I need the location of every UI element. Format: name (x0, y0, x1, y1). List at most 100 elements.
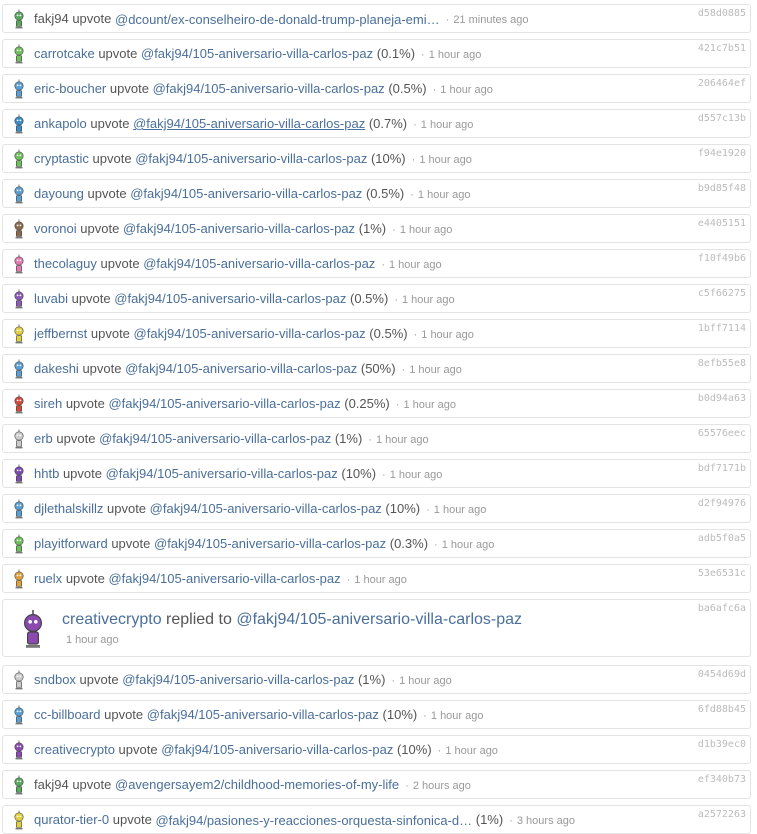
username-link[interactable]: cryptastic (34, 151, 89, 166)
robot-avatar-icon[interactable] (12, 324, 26, 344)
post-link[interactable]: @fakj94/105-aniversario-villa-carlos-paz (134, 326, 366, 341)
transaction-hash-link[interactable]: 53e6531c (698, 568, 746, 579)
robot-avatar-icon[interactable] (12, 499, 26, 519)
post-link[interactable]: @fakj94/105-aniversario-villa-carlos-paz (99, 431, 331, 446)
post-link[interactable]: @fakj94/105-aniversario-villa-carlos-paz (125, 361, 357, 376)
post-link[interactable]: @fakj94/105-aniversario-villa-carlos-paz (130, 186, 362, 201)
username-link[interactable]: thecolaguy (34, 256, 97, 271)
post-link[interactable]: @dcount/ex-conselheiro-de-donald-trump-p… (115, 11, 440, 29)
robot-avatar-icon[interactable] (19, 609, 47, 649)
post-link[interactable]: @fakj94/105-aniversario-villa-carlos-paz (123, 221, 355, 236)
robot-avatar-icon[interactable] (12, 254, 26, 274)
robot-avatar-icon[interactable] (12, 114, 26, 134)
username-link[interactable]: djlethalskillz (34, 501, 103, 516)
username-link[interactable]: dakeshi (34, 361, 79, 376)
transaction-hash-link[interactable]: 6fd88b45 (698, 704, 746, 715)
robot-avatar-icon[interactable] (12, 464, 26, 484)
username-link[interactable]: fakj94 (34, 11, 69, 26)
robot-avatar-icon[interactable] (12, 775, 26, 795)
robot-avatar-icon[interactable] (12, 184, 26, 204)
post-link[interactable]: @fakj94/105-aniversario-villa-carlos-paz (106, 466, 338, 481)
username-link[interactable]: ruelx (34, 571, 62, 586)
username-link[interactable]: cc-billboard (34, 707, 100, 722)
post-link[interactable]: @fakj94/105-aniversario-villa-carlos-paz (108, 571, 340, 586)
post-link[interactable]: @fakj94/pasiones-y-reacciones-orquesta-s… (155, 812, 472, 830)
robot-avatar-icon[interactable] (12, 534, 26, 554)
robot-avatar-icon[interactable] (12, 44, 26, 64)
username-link[interactable]: playitforward (34, 536, 108, 551)
username-link[interactable]: hhtb (34, 466, 59, 481)
transaction-hash-link[interactable]: f10f49b6 (698, 253, 746, 264)
transaction-hash-link[interactable]: b0d94a63 (698, 393, 746, 404)
action-verb: upvote (82, 361, 122, 376)
robot-avatar-icon[interactable] (12, 219, 26, 239)
transaction-hash-link[interactable]: d557c13b (698, 113, 746, 124)
robot-avatar-icon[interactable] (12, 149, 26, 169)
separator-dot: · (445, 14, 450, 26)
post-link[interactable]: @fakj94/105-aniversario-villa-carlos-paz (143, 256, 375, 271)
username-link[interactable]: carrotcake (34, 46, 95, 61)
robot-avatar-icon[interactable] (12, 289, 26, 309)
post-link[interactable]: @fakj94/105-aniversario-villa-carlos-paz (135, 151, 367, 166)
robot-avatar-icon[interactable] (12, 9, 26, 29)
post-link[interactable]: @fakj94/105-aniversario-villa-carlos-paz (150, 501, 382, 516)
separator-dot: · (382, 469, 386, 481)
robot-avatar-icon[interactable] (12, 670, 26, 690)
username-link[interactable]: creativecrypto (34, 742, 115, 757)
transaction-hash-link[interactable]: 421c7b51 (698, 43, 746, 54)
post-link[interactable]: @fakj94/105-aniversario-villa-carlos-paz (141, 46, 373, 61)
transaction-hash-link[interactable]: 1bff7114 (698, 323, 746, 334)
username-link[interactable]: jeffbernst (34, 326, 87, 341)
transaction-hash-link[interactable]: d2f94976 (698, 498, 746, 509)
post-link[interactable]: @fakj94/105-aniversario-villa-carlos-paz (108, 396, 340, 411)
timestamp: 1 hour ago (421, 329, 474, 341)
transaction-hash-link[interactable]: a2572263 (698, 809, 746, 820)
username-link[interactable]: ankapolo (34, 116, 87, 131)
robot-avatar-icon[interactable] (12, 429, 26, 449)
username-link[interactable]: qurator-tier-0 (34, 812, 109, 827)
post-link[interactable]: @fakj94/105-aniversario-villa-carlos-paz (147, 707, 379, 722)
transaction-hash-link[interactable]: ef340b73 (698, 774, 746, 785)
transaction-hash-link[interactable]: adb5f0a5 (698, 533, 746, 544)
transaction-hash-link[interactable]: 8efb55e8 (698, 358, 746, 369)
activity-line: eric-boucher upvote @fakj94/105-aniversa… (34, 80, 610, 99)
transaction-hash-link[interactable]: d1b39ec0 (698, 739, 746, 750)
transaction-hash-link[interactable]: f94e1920 (698, 148, 746, 159)
transaction-hash-link[interactable]: ba6afc6a (698, 603, 746, 614)
transaction-hash-link[interactable]: e4405151 (698, 218, 746, 229)
transaction-hash-link[interactable]: bdf7171b (698, 463, 746, 474)
robot-avatar-icon[interactable] (12, 79, 26, 99)
robot-avatar-icon[interactable] (12, 740, 26, 760)
username-link[interactable]: creativecrypto (62, 611, 162, 628)
transaction-hash-link[interactable]: 0454d69d (698, 669, 746, 680)
separator-dot: · (392, 224, 396, 236)
separator-dot: · (437, 745, 442, 757)
robot-avatar-icon[interactable] (12, 394, 26, 414)
username-link[interactable]: erb (34, 431, 53, 446)
robot-avatar-icon[interactable] (12, 569, 26, 589)
username-link[interactable]: luvabi (34, 291, 68, 306)
post-link[interactable]: @fakj94/105-aniversario-villa-carlos-paz (114, 291, 346, 306)
transaction-hash-link[interactable]: 65576eec (698, 428, 746, 439)
transaction-hash-link[interactable]: c5f66275 (698, 288, 746, 299)
post-link[interactable]: @fakj94/105-aniversario-villa-carlos-paz (153, 81, 385, 96)
username-link[interactable]: sndbox (34, 672, 76, 687)
username-link[interactable]: eric-boucher (34, 81, 106, 96)
transaction-hash-link[interactable]: 206464ef (698, 78, 746, 89)
robot-avatar-icon[interactable] (12, 810, 26, 830)
action-verb: upvote (109, 81, 149, 96)
username-link[interactable]: fakj94 (34, 777, 69, 792)
transaction-hash-link[interactable]: b9d85f48 (698, 183, 746, 194)
post-link[interactable]: @fakj94/105-aniversario-villa-carlos-paz (161, 742, 393, 757)
robot-avatar-icon[interactable] (12, 359, 26, 379)
username-link[interactable]: voronoi (34, 221, 77, 236)
robot-avatar-icon[interactable] (12, 705, 26, 725)
transaction-hash-link[interactable]: d58d0885 (698, 8, 746, 19)
username-link[interactable]: dayoung (34, 186, 84, 201)
post-link[interactable]: @avengersayem2/childhood-memories-of-my-… (115, 777, 399, 792)
username-link[interactable]: sireh (34, 396, 62, 411)
post-link[interactable]: @fakj94/105-aniversario-villa-carlos-paz (133, 116, 365, 131)
post-link[interactable]: @fakj94/105-aniversario-villa-carlos-paz (154, 536, 386, 551)
post-link[interactable]: @fakj94/105-aniversario-villa-carlos-paz (122, 672, 354, 687)
post-link[interactable]: @fakj94/105-aniversario-villa-carlos-paz (236, 611, 522, 628)
